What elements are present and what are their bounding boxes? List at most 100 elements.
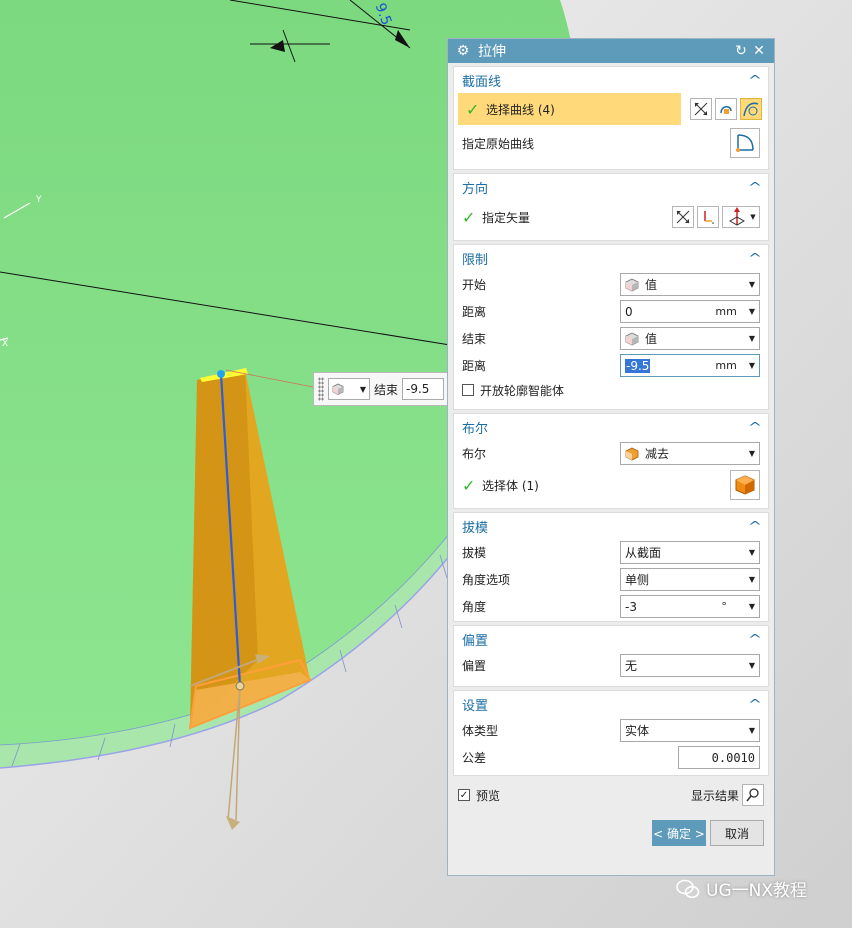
boolean-label: 布尔 [462,447,487,461]
dialog-titlebar[interactable]: ⚙ 拉伸 ↻ ✕ [448,39,774,63]
onscreen-input-box: ▼ 结束 -9.5 [313,372,453,406]
limits-group: 限制 ^ 开始 值 ▼ 距离 0 mm ▼ 结束 值 ▼ 距离 -9.5 mm … [453,244,769,410]
auto-vector-icon [729,207,746,226]
angle-option-value: 单侧 [625,573,650,587]
sketch-icon [720,106,732,114]
vector-row: ✓ 指定矢量 ▼ [454,200,768,234]
wechat-icon [676,879,700,898]
distance1-input[interactable]: 0 mm ▼ [620,300,760,323]
tolerance-value: 0.0010 [711,750,755,765]
offset-select[interactable]: 无 ▼ [620,654,760,677]
check-icon: ✓ [462,475,476,495]
tolerance-input[interactable]: 0.0010 [678,746,760,769]
end-select-value: 值 [645,332,658,346]
direction-header[interactable]: 方向 ^ [454,174,768,200]
reset-icon[interactable]: ↻ [732,43,750,59]
cross-arrows-icon [676,210,690,224]
offset-select-value: 无 [625,659,638,673]
angle-input[interactable]: -3 ° ▼ [620,595,760,618]
onscreen-end-label: 结束 [374,382,399,397]
dialog-title: 拉伸 [478,44,506,60]
origin-point [235,681,245,691]
preview-checkbox[interactable]: ✓ [458,789,470,801]
chevron-down-icon: ▼ [359,384,366,394]
body-type-value: 实体 [625,724,650,738]
vector-type-dropdown[interactable]: ▼ [722,206,760,228]
show-result-button[interactable] [742,784,764,806]
cancel-button[interactable]: 取消 [710,820,764,846]
direction-title: 方向 [462,181,489,197]
limits-header[interactable]: 限制 ^ [454,245,768,271]
specify-original-curve-label: 指定原始曲线 [462,136,535,151]
original-curve-button[interactable] [730,128,760,158]
sketch-section-button[interactable] [715,98,737,120]
boolean-title: 布尔 [462,421,489,437]
collapse-caret-icon[interactable]: ^ [748,519,762,533]
draft-label: 拔模 [462,546,487,560]
collapse-caret-icon[interactable]: ^ [748,697,762,711]
distance2-label: 距离 [462,359,487,373]
tolerance-label: 公差 [462,751,487,765]
chevron-down-icon: ▼ [750,213,756,221]
select-curve-label: 选择曲线 (4) [486,102,555,117]
deselect-curve-button[interactable] [690,98,712,120]
draft-select-value: 从截面 [625,546,662,560]
collapse-caret-icon[interactable]: ^ [748,632,762,646]
onscreen-method-select[interactable]: ▼ [328,378,370,400]
vector-dialog-button[interactable] [697,206,719,228]
curve-button[interactable] [740,98,762,120]
draft-select[interactable]: 从截面 ▼ [620,541,760,564]
open-profile-label: 开放轮廓智能体 [480,383,565,398]
chevron-down-icon: ▼ [748,361,755,370]
distance1-row: 距离 0 mm ▼ [454,298,768,325]
original-curve-row: 指定原始曲线 [454,125,768,161]
chevron-down-icon: ▼ [748,661,755,670]
boolean-header[interactable]: 布尔 ^ [454,414,768,440]
collapse-caret-icon[interactable]: ^ [748,180,762,194]
collapse-caret-icon[interactable]: ^ [748,420,762,434]
settings-header[interactable]: 设置 ^ [454,691,768,717]
start-row: 开始 值 ▼ [454,271,768,298]
distance1-value: 0 [625,304,633,319]
offset-label: 偏置 [462,659,487,673]
open-profile-row[interactable]: 开放轮廓智能体 [454,379,768,401]
angle-row: 角度 -3 ° ▼ [454,593,768,620]
distance2-input[interactable]: -9.5 mm ▼ [620,354,760,377]
section-curve-header[interactable]: 截面线 ^ [454,67,768,93]
chevron-down-icon: ▼ [748,449,755,458]
drag-grip-icon[interactable] [318,377,324,401]
chevron-down-icon: ▼ [748,307,755,316]
select-body-button[interactable] [730,470,760,500]
angle-unit: ° [721,600,727,613]
specify-vector-label: 指定矢量 [482,210,531,225]
collapse-caret-icon[interactable]: ^ [748,73,762,87]
distance2-row: 距离 -9.5 mm ▼ [454,352,768,379]
subtract-icon [625,447,639,460]
angle-label: 角度 [462,600,487,614]
onscreen-end-input[interactable]: -9.5 [402,378,445,400]
boolean-select[interactable]: 减去 ▼ [620,442,760,465]
start-select[interactable]: 值 ▼ [620,273,760,296]
open-profile-checkbox[interactable] [462,384,474,396]
offset-header[interactable]: 偏置 ^ [454,626,768,652]
body-type-select[interactable]: 实体 ▼ [620,719,760,742]
solid-body-icon [735,475,755,495]
magnifier-icon [746,788,759,802]
reverse-direction-button[interactable] [672,206,694,228]
vector-start-handle[interactable] [217,370,225,378]
body-type-row: 体类型 实体 ▼ [454,717,768,744]
distance2-unit: mm [715,359,737,372]
collapse-caret-icon[interactable]: ^ [748,251,762,265]
distance1-label: 距离 [462,305,487,319]
draft-header[interactable]: 拔模 ^ [454,513,768,539]
end-select[interactable]: 值 ▼ [620,327,760,350]
tolerance-row: 公差 0.0010 [454,744,768,771]
ok-button[interactable]: < 确定 > [652,820,706,846]
close-icon[interactable]: ✕ [750,43,768,59]
check-icon: ✓ [466,99,480,119]
gear-icon[interactable]: ⚙ [454,43,472,59]
select-curve-row[interactable]: ✓ 选择曲线 (4) [458,93,681,125]
distance2-value: -9.5 [625,358,651,373]
angle-option-select[interactable]: 单侧 ▼ [620,568,760,591]
chevron-down-icon: ▼ [748,280,755,289]
